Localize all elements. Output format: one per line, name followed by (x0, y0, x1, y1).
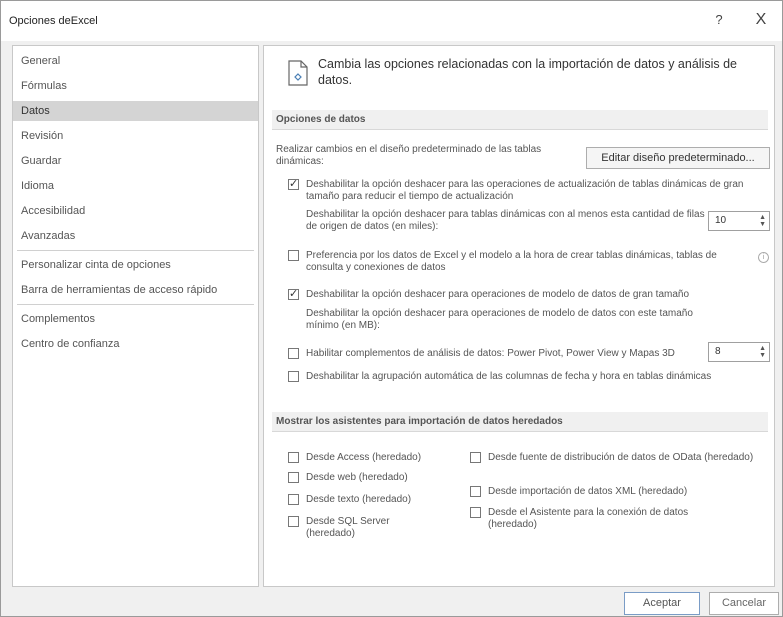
sidebar-item-avanzadas[interactable]: Avanzadas (13, 226, 258, 246)
ok-button[interactable]: Aceptar (624, 592, 700, 615)
model-size-stepper[interactable]: 8 ▲ ▼ (708, 342, 770, 362)
model-size-value: 8 (715, 346, 721, 357)
prefer-data-model-checkbox[interactable] (288, 250, 299, 261)
data-options-icon (288, 60, 308, 86)
pivot-layout-label: Realizar cambios en el diseño predetermi… (276, 144, 542, 167)
page-description: Cambia las opciones relacionadas con la … (318, 57, 737, 87)
window-title: Opciones deExcel (9, 15, 98, 27)
disable-auto-grouping-label: Deshabilitar la agrupación automática de… (306, 371, 712, 382)
legacy-text-checkbox[interactable] (288, 494, 299, 505)
prefer-data-model-label: Preferencia por los datos de Excel y el … (306, 250, 717, 273)
legacy-sql-label: Desde SQL Server (heredado) (306, 516, 390, 539)
sidebar-item-general[interactable]: General (13, 51, 258, 71)
pivot-rows-label: Deshabilitar la opción deshacer para tab… (306, 209, 705, 232)
sidebar-item-complementos[interactable]: Complementos (13, 309, 258, 329)
legacy-odata-label: Desde fuente de distribución de datos de… (488, 452, 754, 463)
legacy-access-checkbox[interactable] (288, 452, 299, 463)
legacy-web-checkbox[interactable] (288, 472, 299, 483)
sidebar-item-revision[interactable]: Revisión (13, 126, 258, 146)
legacy-web-label: Desde web (heredado) (306, 472, 408, 483)
sidebar-divider (17, 250, 254, 251)
model-size-label: Deshabilitar la opción deshacer para ope… (306, 308, 693, 331)
legacy-wizard-checkbox[interactable] (470, 507, 481, 518)
close-button[interactable]: X (749, 9, 773, 31)
section-opciones-datos: Opciones de datos (272, 110, 768, 130)
title-bar: Opciones deExcel ? X (1, 1, 782, 41)
stepper-down-icon[interactable]: ▼ (759, 352, 766, 359)
options-content: Cambia las opciones relacionadas con la … (263, 45, 775, 587)
pivot-rows-value: 10 (715, 215, 727, 226)
help-button[interactable]: ? (707, 9, 731, 31)
stepper-down-icon[interactable]: ▼ (759, 221, 766, 228)
legacy-xml-label: Desde importación de datos XML (heredado… (488, 486, 688, 497)
disable-undo-model-label: Deshabilitar la opción deshacer para ope… (306, 289, 690, 300)
disable-undo-pivot-label: Deshabilitar la opción deshacer para las… (306, 179, 744, 202)
legacy-xml-checkbox[interactable] (470, 486, 481, 497)
cancel-button[interactable]: Cancelar (709, 592, 779, 615)
sidebar-item-guardar[interactable]: Guardar (13, 151, 258, 171)
legacy-wizard-label: Desde el Asistente para la conexión de d… (488, 507, 689, 530)
sidebar-item-personalizar-cinta[interactable]: Personalizar cinta de opciones (13, 255, 258, 275)
sidebar-item-idioma[interactable]: Idioma (13, 176, 258, 196)
disable-undo-pivot-checkbox[interactable] (288, 177, 299, 190)
options-sidebar: General Fórmulas Datos Revisión Guardar … (12, 45, 259, 587)
legacy-sql-checkbox[interactable] (288, 516, 299, 527)
section-asistentes-heredados: Mostrar los asistentes para importación … (272, 412, 768, 432)
disable-auto-grouping-checkbox[interactable] (288, 371, 299, 382)
sidebar-item-formulas[interactable]: Fórmulas (13, 76, 258, 96)
sidebar-item-accesibilidad[interactable]: Accesibilidad (13, 201, 258, 221)
sidebar-item-centro-confianza[interactable]: Centro de confianza (13, 334, 258, 354)
sidebar-item-datos[interactable]: Datos (13, 101, 258, 121)
enable-addins-checkbox[interactable] (288, 348, 299, 359)
edit-default-layout-button[interactable]: Editar diseño predeterminado... (586, 147, 770, 169)
legacy-text-label: Desde texto (heredado) (306, 494, 412, 505)
sidebar-item-barra-acceso-rapido[interactable]: Barra de herramientas de acceso rápido (13, 280, 258, 300)
legacy-odata-checkbox[interactable] (470, 452, 481, 463)
legacy-access-label: Desde Access (heredado) (306, 452, 422, 463)
excel-options-dialog: Opciones deExcel ? X General Fórmulas Da… (0, 0, 783, 617)
pivot-rows-stepper[interactable]: 10 ▲ ▼ (708, 211, 770, 231)
sidebar-divider (17, 304, 254, 305)
info-icon: i (758, 252, 769, 263)
enable-addins-label: Habilitar complementos de análisis de da… (306, 348, 675, 359)
disable-undo-model-checkbox[interactable] (288, 287, 299, 300)
